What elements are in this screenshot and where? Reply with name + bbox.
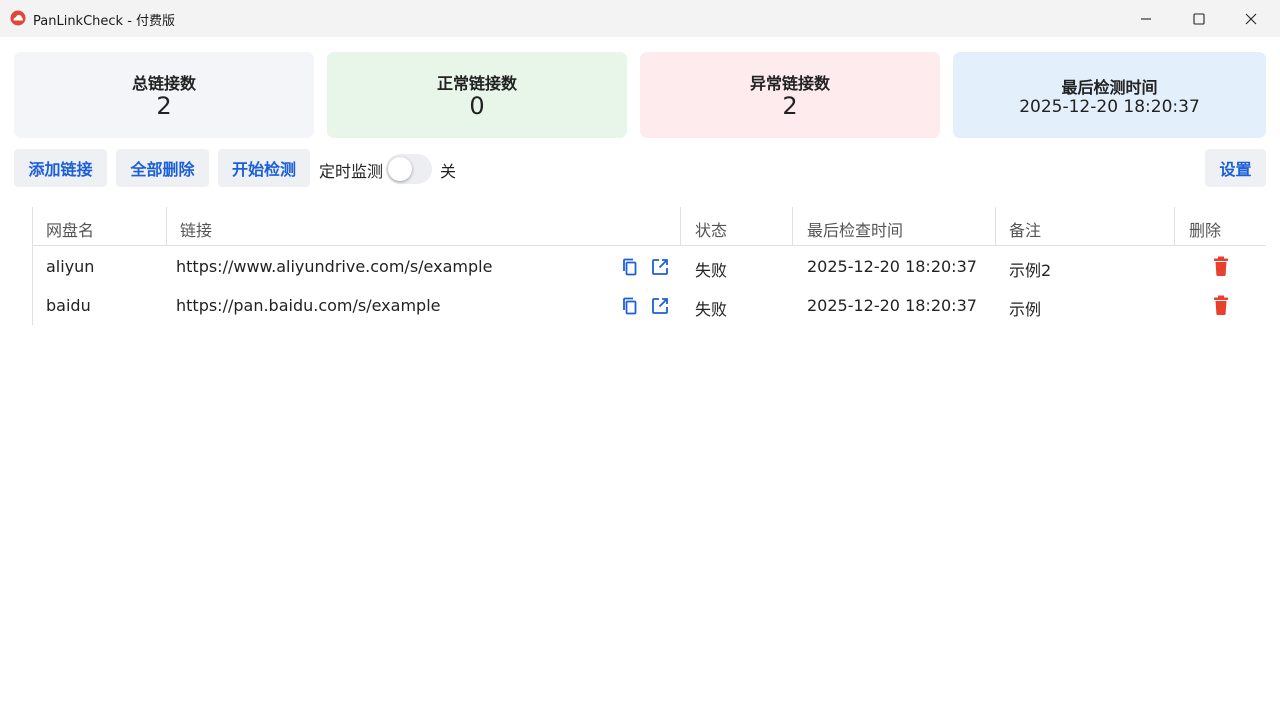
- table-header-divider: [32, 245, 1266, 246]
- stat-card-abnormal: 异常链接数 2: [640, 52, 940, 138]
- delete-all-button[interactable]: 全部删除: [116, 149, 209, 187]
- minimize-button[interactable]: [1123, 0, 1169, 37]
- header-last-check[interactable]: 最后检查时间: [807, 217, 903, 241]
- column-separator[interactable]: [792, 207, 793, 245]
- stat-card-last-check: 最后检测时间 2025-12-20 18:20:37: [953, 52, 1266, 138]
- column-separator[interactable]: [995, 207, 996, 245]
- cell-link: https://www.aliyundrive.com/s/example: [176, 257, 493, 276]
- timer-state-label: 关: [440, 162, 457, 181]
- start-check-button[interactable]: 开始检测: [218, 149, 310, 187]
- window-title: PanLinkCheck - 付费版: [33, 14, 176, 29]
- header-delete[interactable]: 删除: [1189, 217, 1221, 241]
- stat-card-total: 总链接数 2: [14, 52, 314, 138]
- settings-button[interactable]: 设置: [1205, 149, 1266, 187]
- close-button[interactable]: [1228, 0, 1274, 37]
- column-separator[interactable]: [166, 207, 167, 245]
- toggle-knob: [388, 157, 412, 181]
- header-name[interactable]: 网盘名: [46, 217, 94, 241]
- header-link[interactable]: 链接: [180, 217, 212, 241]
- timer-monitor-toggle[interactable]: [386, 154, 432, 184]
- app-logo-icon: [10, 10, 26, 26]
- title-bar: PanLinkCheck - 付费版: [0, 0, 1280, 37]
- open-link-icon[interactable]: [650, 257, 670, 277]
- cell-link: https://pan.baidu.com/s/example: [176, 296, 441, 315]
- stat-normal-value: 0: [469, 92, 485, 120]
- table-left-border: [32, 207, 33, 325]
- links-table: 网盘名 链接 状态 最后检查时间 备注 删除 aliyun https://ww…: [14, 207, 1266, 325]
- stat-total-label: 总链接数: [131, 74, 196, 93]
- cell-status: 失败: [695, 300, 728, 319]
- header-status[interactable]: 状态: [695, 217, 727, 241]
- stat-card-normal: 正常链接数 0: [327, 52, 627, 138]
- column-separator[interactable]: [680, 207, 681, 245]
- cell-last-check: 2025-12-20 18:20:37: [807, 257, 977, 276]
- stat-last-check-label: 最后检测时间: [1061, 78, 1158, 97]
- delete-icon[interactable]: [1211, 255, 1231, 277]
- stat-abnormal-label: 异常链接数: [749, 74, 830, 93]
- copy-icon[interactable]: [620, 257, 640, 277]
- cell-last-check: 2025-12-20 18:20:37: [807, 296, 977, 315]
- stat-normal-label: 正常链接数: [436, 74, 517, 93]
- cell-name: baidu: [46, 296, 91, 315]
- delete-icon[interactable]: [1211, 294, 1231, 316]
- stat-abnormal-value: 2: [782, 92, 798, 120]
- stat-total-value: 2: [156, 92, 172, 120]
- cell-name: aliyun: [46, 257, 95, 276]
- minimize-icon: [1141, 17, 1151, 20]
- cell-note: 示例: [1009, 300, 1042, 319]
- timer-monitor-label: 定时监测: [319, 162, 384, 181]
- cell-status: 失败: [695, 261, 728, 280]
- close-icon: [1245, 13, 1257, 24]
- maximize-icon: [1193, 12, 1205, 25]
- open-link-icon[interactable]: [650, 296, 670, 316]
- column-separator[interactable]: [1174, 207, 1175, 245]
- header-note[interactable]: 备注: [1009, 217, 1041, 241]
- maximize-button[interactable]: [1176, 0, 1222, 37]
- add-link-button[interactable]: 添加链接: [14, 149, 107, 187]
- cell-note: 示例2: [1009, 261, 1052, 280]
- stat-last-check-value: 2025-12-20 18:20:37: [1019, 97, 1200, 117]
- copy-icon[interactable]: [620, 296, 640, 316]
